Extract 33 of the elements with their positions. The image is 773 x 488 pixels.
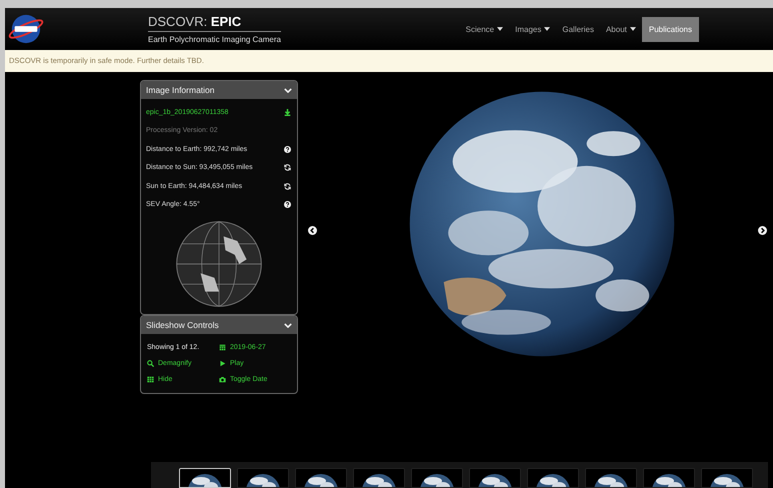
panel-title: Image Information — [146, 85, 215, 95]
thumbnail-button[interactable] — [701, 468, 753, 488]
thumbnail-button[interactable] — [411, 468, 463, 488]
panel-title: Slideshow Controls — [146, 320, 219, 330]
help-icon[interactable] — [284, 201, 291, 208]
nav-link[interactable]: About — [600, 18, 642, 40]
chevron-left-icon[interactable] — [308, 226, 317, 235]
nav-link[interactable]: Publications — [642, 16, 699, 42]
calendar-icon — [219, 344, 226, 351]
nav-link[interactable]: Galleries — [556, 18, 600, 40]
logo-icon[interactable] — [7, 13, 45, 45]
thumbnail-button[interactable] — [643, 468, 695, 488]
refresh-icon[interactable] — [284, 182, 291, 190]
chevron-down-icon[interactable] — [284, 88, 292, 92]
play-icon — [219, 360, 226, 367]
thumbnail-button[interactable] — [469, 468, 521, 488]
camera-icon — [219, 376, 226, 383]
magnifier-icon — [147, 360, 154, 367]
site-title: DSCOVR: EPIC — [148, 14, 281, 32]
refresh-icon[interactable] — [284, 164, 291, 172]
nav-link[interactable]: Science — [460, 18, 510, 40]
download-icon[interactable] — [284, 108, 291, 116]
nav-link[interactable]: Images — [509, 18, 556, 40]
thumbnail-button[interactable] — [237, 468, 289, 488]
thumbnail-button[interactable] — [585, 468, 637, 488]
chevron-right-icon[interactable] — [758, 226, 767, 235]
help-icon[interactable] — [284, 146, 291, 153]
thumbnail-button[interactable] — [527, 468, 579, 488]
grid-icon — [147, 376, 154, 383]
site-subtitle: Earth Polychromatic Imaging Camera — [148, 35, 281, 44]
thumbnail-button[interactable] — [295, 468, 347, 488]
thumbnail-button[interactable] — [353, 468, 405, 488]
chevron-down-icon[interactable] — [284, 322, 292, 328]
